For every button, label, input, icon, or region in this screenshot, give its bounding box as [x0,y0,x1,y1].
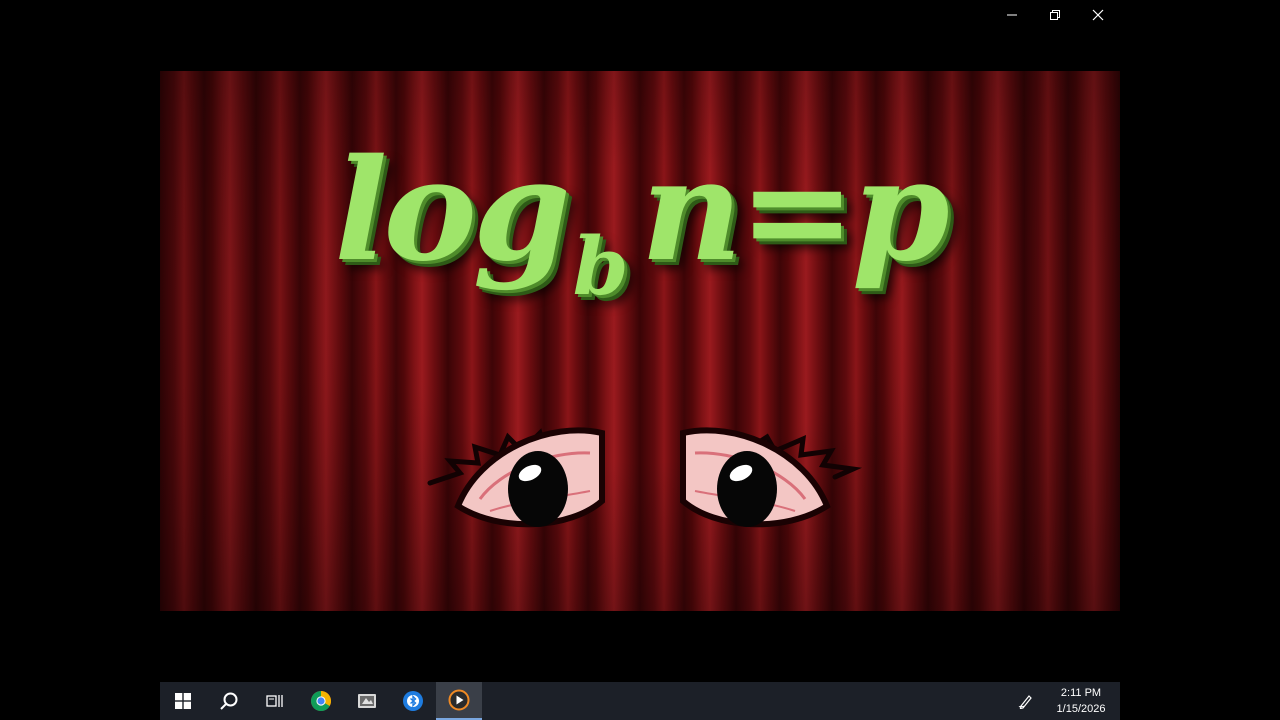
pen-icon [1018,695,1032,709]
minimize-icon [1006,14,1017,16]
pen-workspace-button[interactable] [1006,693,1046,709]
taskbar-app-media-player[interactable] [436,682,482,720]
logarithm-equation: log b n=p [160,131,1120,361]
equation-n-equals-p: n=p [640,129,950,293]
task-view-icon [266,695,283,707]
clock-date: 1/15/2026 [1056,703,1106,715]
restore-button[interactable] [1033,0,1076,30]
taskbar: 2:11 PM 1/15/2026 [160,682,1120,720]
close-icon [1092,9,1103,21]
bluetooth-app-icon [403,691,423,711]
taskbar-app-media[interactable] [344,682,390,720]
left-eye-image [427,427,605,528]
search-icon [220,692,238,710]
window-controls [990,0,1120,30]
video-player-frame[interactable]: log b n=p [160,71,1120,611]
search-button[interactable] [206,682,252,720]
restore-icon [1049,10,1060,20]
taskbar-app-bluetooth[interactable] [390,682,436,720]
taskbar-app-chrome[interactable] [298,682,344,720]
task-view-button[interactable] [252,682,298,720]
media-app-icon [358,694,376,708]
chrome-icon [311,691,331,711]
taskbar-clock[interactable]: 2:11 PM 1/15/2026 [1046,685,1120,717]
minimize-button[interactable] [990,0,1033,30]
clock-time: 2:11 PM [1060,687,1102,699]
start-button[interactable] [160,682,206,720]
system-tray: 2:11 PM 1/15/2026 [1006,682,1120,720]
right-eye-image [680,427,863,528]
media-player-icon [448,689,470,711]
close-button[interactable] [1076,0,1119,30]
equation-subscript-b: b [572,219,629,313]
equation-log: log [334,129,570,293]
windows-start-icon [175,693,191,709]
cartoon-eyes [160,411,1120,551]
desktop-screen: log b n=p 2:11 PM 1/15/2026 [0,0,1280,720]
